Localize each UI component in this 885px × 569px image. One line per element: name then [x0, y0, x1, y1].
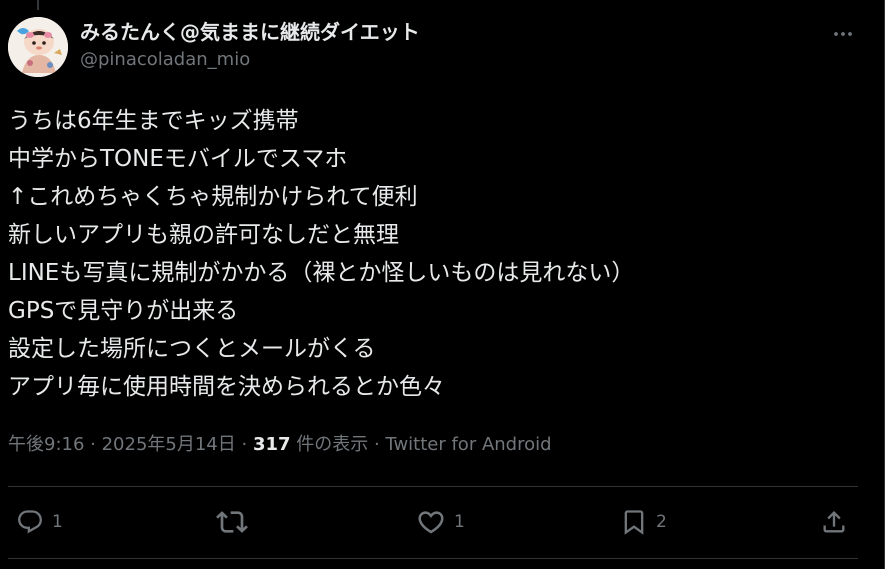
reply-icon — [18, 510, 42, 534]
meta-separator: · — [235, 434, 253, 455]
author-block: みるたんく@気ままに継続ダイエット @pinacoladan_mio — [80, 19, 420, 73]
divider — [8, 558, 858, 559]
tweet-text-line: 新しいアプリも親の許可なしだと無理 — [8, 222, 399, 248]
tweet-text-line: LINEも写真に規制がかかる（裸とか怪しいものは見れない） — [8, 260, 635, 286]
tweet-text-line: アプリ毎に使用時間を決められるとか色々 — [8, 374, 445, 400]
meta-separator: · — [368, 434, 386, 455]
bookmark-count: 2 — [656, 512, 667, 532]
like-count: 1 — [454, 512, 465, 532]
tweet-text-line: 中学からTONEモバイルでスマホ — [8, 146, 348, 172]
share-icon — [823, 511, 845, 533]
tweet-metadata: 午後9:16 · 2025年5月14日 · 317 件の表示 · Twitter… — [8, 432, 552, 458]
retweet-icon — [216, 511, 248, 533]
share-button[interactable] — [820, 500, 848, 544]
author-display-name[interactable]: みるたんく@気ままに継続ダイエット — [80, 19, 420, 45]
bookmark-icon — [624, 510, 644, 535]
tweet-header: みるたんく@気ままに継続ダイエット @pinacoladan_mio — [8, 17, 860, 77]
action-bar: 1 1 2 — [8, 500, 858, 544]
tweet-text-line: 設定した場所につくとメールがくる — [8, 336, 376, 362]
tweet-text: うちは6年生までキッズ携帯 中学からTONEモバイルでスマホ ↑これめちゃくちゃ… — [8, 102, 868, 406]
tweet-text-line: GPSで見守りが出来る — [8, 298, 239, 324]
reply-count: 1 — [52, 512, 63, 532]
more-options-button[interactable] — [828, 19, 858, 49]
views-count[interactable]: 317 — [253, 434, 291, 455]
avatar[interactable] — [8, 17, 68, 77]
tweet-text-line: ↑これめちゃくちゃ規制かけられて便利 — [8, 184, 418, 210]
views-label[interactable]: 件の表示 — [291, 434, 368, 455]
divider — [8, 486, 858, 487]
bookmark-button[interactable]: 2 — [620, 500, 667, 544]
author-handle[interactable]: @pinacoladan_mio — [80, 47, 420, 73]
thread-connector-line — [37, 0, 39, 10]
tweet-text-line: うちは6年生までキッズ携帯 — [8, 108, 299, 134]
tweet-time[interactable]: 午後9:16 — [8, 434, 84, 455]
heart-icon — [418, 511, 444, 534]
reply-button[interactable]: 1 — [16, 500, 63, 544]
retweet-button[interactable] — [216, 500, 248, 544]
more-horizontal-icon — [834, 32, 852, 36]
tweet-date[interactable]: 2025年5月14日 — [102, 434, 236, 455]
like-button[interactable]: 1 — [416, 500, 465, 544]
tweet-source[interactable]: Twitter for Android — [385, 434, 551, 455]
meta-separator: · — [84, 434, 102, 455]
